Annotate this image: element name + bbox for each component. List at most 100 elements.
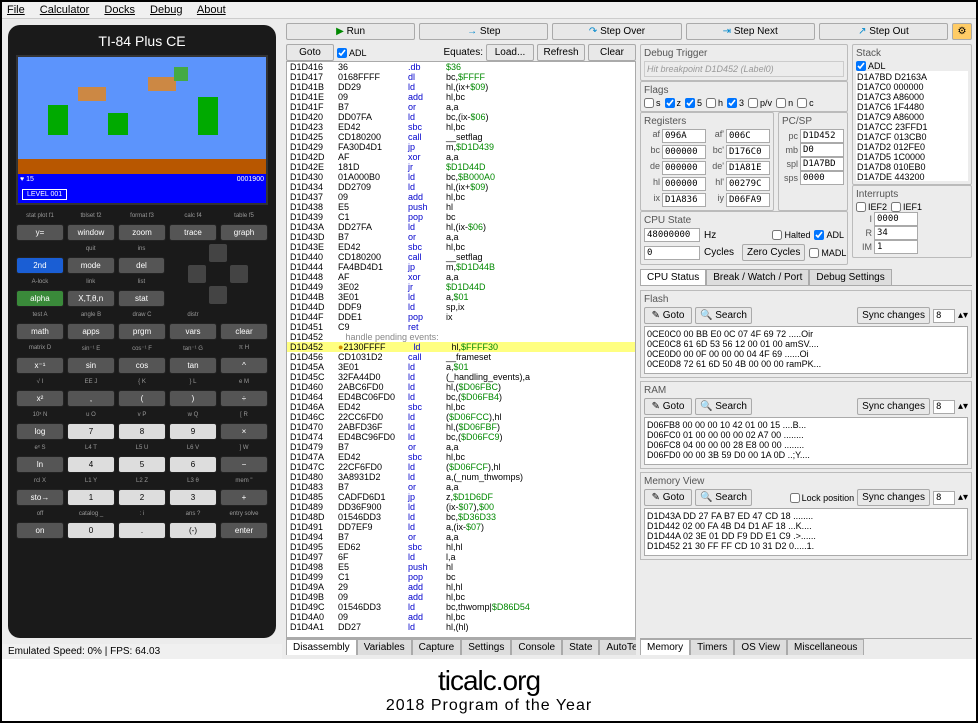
- ram-sync-button[interactable]: Sync changes: [857, 398, 930, 415]
- flash-search-button[interactable]: 🔍 Search: [695, 307, 752, 324]
- tab-timers[interactable]: Timers: [690, 639, 734, 655]
- stepover-button[interactable]: ↷ Step Over: [552, 23, 681, 40]
- disasm-line[interactable]: D1D46A ED42sbchl,bc: [287, 402, 635, 412]
- flag-h[interactable]: [706, 98, 716, 108]
- disasm-line[interactable]: D1D460 2ABC6FD0ldhl,($D06FBC): [287, 382, 635, 392]
- disasm-line[interactable]: D1D41F B7ora,a: [287, 102, 635, 112]
- flash-dump[interactable]: 0CE0C0 00 BB E0 0C 07 4F 69 72 .....Oir0…: [644, 326, 968, 374]
- calc-key-[interactable]: ×: [220, 423, 268, 440]
- calc-key-trace[interactable]: trace: [169, 224, 217, 241]
- flag-3[interactable]: [727, 98, 737, 108]
- flag-c[interactable]: [797, 98, 807, 108]
- disasm-line[interactable]: D1D439 C1popbc: [287, 212, 635, 222]
- reg-r[interactable]: [874, 226, 918, 240]
- step-button[interactable]: → Step: [419, 23, 548, 40]
- calc-key-3[interactable]: 3: [169, 489, 217, 506]
- calc-key-[interactable]: (-): [169, 522, 217, 539]
- disasm-line[interactable]: D1D41E 09addhl,bc: [287, 92, 635, 102]
- madl-checkbox[interactable]: [809, 248, 819, 258]
- calc-key-[interactable]: .: [118, 522, 166, 539]
- adl-state-checkbox[interactable]: [814, 230, 824, 240]
- calc-key-0[interactable]: 0: [67, 522, 115, 539]
- calc-key-prgm[interactable]: prgm: [118, 323, 166, 340]
- calc-key-6[interactable]: 6: [169, 456, 217, 473]
- tab-capture[interactable]: Capture: [412, 639, 462, 655]
- disasm-line[interactable]: D1D425 CD180200call__setflag: [287, 132, 635, 142]
- ief1-checkbox[interactable]: [891, 202, 901, 212]
- flag-z[interactable]: [665, 98, 675, 108]
- ram-bytes-input[interactable]: [933, 400, 955, 414]
- tab-memory[interactable]: Memory: [640, 639, 690, 655]
- disasm-line[interactable]: D1D46C 22CC6FD0ld($D06FCC),hl: [287, 412, 635, 422]
- view-search-button[interactable]: 🔍 Search: [695, 489, 752, 506]
- disasm-line[interactable]: D1D437 09addhl,bc: [287, 192, 635, 202]
- disasm-line[interactable]: D1D456 CD1031D2call__frameset: [287, 352, 635, 362]
- menu-calculator[interactable]: Calculator: [40, 4, 90, 16]
- disasm-line[interactable]: D1D489 DD36F900ld(ix-$07),$00: [287, 502, 635, 512]
- disasm-line[interactable]: D1D49A 29addhl,hl: [287, 582, 635, 592]
- reg-mb[interactable]: [800, 143, 844, 157]
- disasm-line[interactable]: D1D430 01A000B0ldbc,$B000A0: [287, 172, 635, 182]
- calc-key-zoom[interactable]: zoom: [118, 224, 166, 241]
- disasm-line[interactable]: D1D47C 22CF6FD0ld($D06FCF),hl: [287, 462, 635, 472]
- disasm-line[interactable]: D1D470 2ABFD36Fldhl,($D06FBF): [287, 422, 635, 432]
- halted-checkbox[interactable]: [772, 230, 782, 240]
- calc-key-alpha[interactable]: alpha: [16, 290, 64, 307]
- calc-key-tan[interactable]: tan: [169, 357, 217, 374]
- calc-key-x[interactable]: x²: [16, 390, 64, 407]
- disasm-line[interactable]: D1D43D B7ora,a: [287, 232, 635, 242]
- disasm-goto-button[interactable]: Goto: [286, 44, 334, 61]
- disasm-line[interactable]: D1D417 0168FFFFdlbc,$FFFF: [287, 72, 635, 82]
- disasm-line[interactable]: D1D499 C1popbc: [287, 572, 635, 582]
- calc-key-y[interactable]: y=: [16, 224, 64, 241]
- calc-key-8[interactable]: 8: [118, 423, 166, 440]
- dpad[interactable]: [188, 244, 248, 304]
- disasm-line[interactable]: D1D44D DDF9ldsp,ix: [287, 302, 635, 312]
- reg-ix[interactable]: [662, 193, 706, 207]
- calc-key-mode[interactable]: mode: [67, 257, 115, 274]
- tab-os-view[interactable]: OS View: [734, 639, 787, 655]
- tab-state[interactable]: State: [562, 639, 599, 655]
- disasm-line[interactable]: D1D44B 3E01lda,$01: [287, 292, 635, 302]
- disasm-line[interactable]: D1D44F DDE1popix: [287, 312, 635, 322]
- disasm-line[interactable]: D1D452● 2130FFFFldhl,$FFFF30: [287, 342, 635, 352]
- calc-key-[interactable]: ,: [67, 390, 115, 407]
- disasm-line[interactable]: D1D49B 09addhl,bc: [287, 592, 635, 602]
- disassembly-list[interactable]: D1D416 36.db$36D1D417 0168FFFFdlbc,$FFFF…: [286, 61, 636, 638]
- calc-key-math[interactable]: math: [16, 323, 64, 340]
- calc-key-5[interactable]: 5: [118, 456, 166, 473]
- disasm-line[interactable]: D1D464 ED4BC06FD0ldbc,($D06FB4): [287, 392, 635, 402]
- load-button[interactable]: Load...: [486, 44, 534, 61]
- reg-af[interactable]: [662, 129, 706, 143]
- calc-key-9[interactable]: 9: [169, 423, 217, 440]
- disasm-line[interactable]: D1D43A DD27FAldhl,(ix-$06): [287, 222, 635, 232]
- flag-5[interactable]: [685, 98, 695, 108]
- ram-search-button[interactable]: 🔍 Search: [695, 398, 752, 415]
- menu-file[interactable]: File: [7, 4, 25, 16]
- calc-key-[interactable]: +: [220, 489, 268, 506]
- disasm-line[interactable]: D1D43E ED42sbchl,bc: [287, 242, 635, 252]
- calc-key-2[interactable]: 2: [118, 489, 166, 506]
- disasm-line[interactable]: D1D483 B7ora,a: [287, 482, 635, 492]
- calc-key-7[interactable]: 7: [67, 423, 115, 440]
- disasm-line[interactable]: D1D480 3A8931D2lda,(_num_thwomps): [287, 472, 635, 482]
- reg-pc[interactable]: [800, 129, 844, 143]
- lock-position-checkbox[interactable]: [790, 493, 800, 503]
- flash-sync-button[interactable]: Sync changes: [857, 307, 930, 324]
- calc-key-[interactable]: ÷: [220, 390, 268, 407]
- calc-key-apps[interactable]: apps: [67, 323, 115, 340]
- disasm-line[interactable]: D1D45C 32FA44D0ld(_handling_events),a: [287, 372, 635, 382]
- view-dump[interactable]: D1D43A DD 27 FA B7 ED 47 CD 18 ........D…: [644, 508, 968, 556]
- menu-debug[interactable]: Debug: [150, 4, 182, 16]
- disasm-line[interactable]: D1D485 CADFD6D1jpz,$D1D6DF: [287, 492, 635, 502]
- reg-de[interactable]: [662, 161, 706, 175]
- flag-p/v[interactable]: [748, 98, 758, 108]
- run-button[interactable]: ▶ Run: [286, 23, 415, 40]
- calc-key-window[interactable]: window: [67, 224, 115, 241]
- disasm-line[interactable]: D1D452 handle pending events:: [287, 332, 635, 342]
- disasm-line[interactable]: D1D49C 01546DD3ldbc,thwomp|$D86D54: [287, 602, 635, 612]
- calc-key-2nd[interactable]: 2nd: [16, 257, 64, 274]
- disasm-line[interactable]: D1D434 DD2709ldhl,(ix+$09): [287, 182, 635, 192]
- calc-key-cos[interactable]: cos: [118, 357, 166, 374]
- stepper-icon[interactable]: ▴▾: [958, 401, 968, 412]
